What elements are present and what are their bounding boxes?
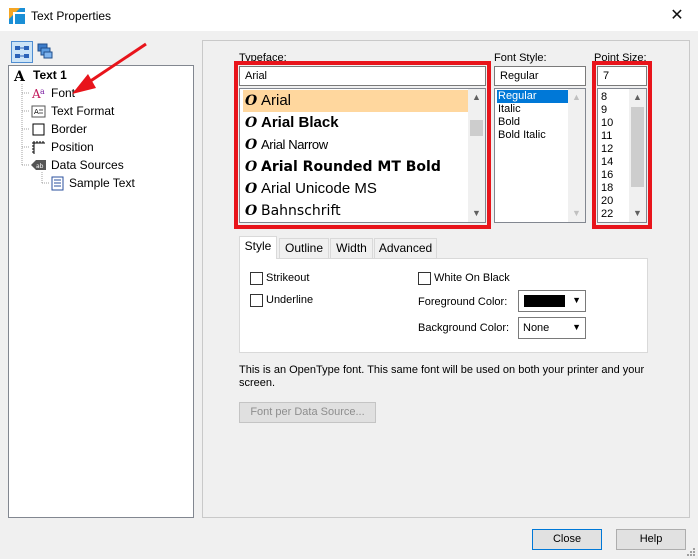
foreground-color-swatch bbox=[524, 295, 565, 307]
font-style-input[interactable]: Regular bbox=[494, 66, 586, 86]
layers-icon bbox=[37, 43, 53, 59]
properties-tree[interactable]: A Text 1 A a Font A Text Format Border P… bbox=[8, 65, 194, 518]
help-button[interactable]: Help bbox=[616, 529, 686, 550]
foreground-color-label: Foreground Color: bbox=[418, 296, 508, 308]
scroll-down-icon[interactable]: ▼ bbox=[568, 205, 585, 222]
foreground-color-select[interactable]: ▼ bbox=[518, 290, 586, 312]
strikeout-label: Strikeout bbox=[266, 272, 310, 284]
typeface-highlight bbox=[234, 61, 491, 229]
close-button[interactable]: Close bbox=[532, 529, 602, 550]
font-style-item[interactable]: Italic bbox=[497, 103, 569, 116]
font-style-item[interactable]: Bold Italic bbox=[497, 129, 569, 142]
scroll-up-icon[interactable]: ▲ bbox=[568, 89, 585, 106]
app-icon bbox=[9, 8, 25, 24]
white-on-black-checkbox[interactable] bbox=[418, 272, 431, 285]
title-bar: Text Properties ✕ bbox=[0, 0, 698, 32]
font-style-item[interactable]: Regular bbox=[497, 90, 569, 103]
underline-label: Underline bbox=[266, 294, 314, 306]
hierarchy-icon bbox=[15, 46, 29, 58]
background-color-label: Background Color: bbox=[418, 322, 510, 334]
position-icon bbox=[32, 141, 45, 154]
svg-text:ab: ab bbox=[36, 163, 44, 170]
white-on-black-label: White On Black bbox=[434, 272, 510, 284]
font-style-scrollbar[interactable]: ▲ ▼ bbox=[568, 89, 585, 222]
annotation-arrow bbox=[72, 42, 147, 94]
close-window-icon[interactable]: ✕ bbox=[664, 6, 690, 26]
resize-grip-icon[interactable] bbox=[684, 545, 696, 557]
font-style-label: Font Style: bbox=[494, 52, 547, 64]
tab-outline[interactable]: Outline bbox=[279, 238, 329, 259]
window-title: Text Properties bbox=[31, 9, 112, 23]
font-style-list[interactable]: Regular Italic Bold Bold Italic ▲ ▼ bbox=[494, 88, 586, 223]
background-color-select[interactable]: None ▼ bbox=[518, 317, 586, 339]
font-per-data-source-button[interactable]: Font per Data Source... bbox=[239, 402, 376, 423]
font-style-item[interactable]: Bold bbox=[497, 116, 569, 129]
text-format-icon: A bbox=[31, 105, 46, 118]
chevron-down-icon: ▼ bbox=[572, 295, 581, 305]
layers-view-button[interactable] bbox=[35, 41, 57, 63]
point-size-highlight bbox=[592, 61, 652, 229]
chevron-down-icon: ▼ bbox=[572, 322, 581, 332]
font-icon: A a bbox=[31, 87, 45, 101]
tab-width[interactable]: Width bbox=[330, 238, 373, 259]
border-icon bbox=[32, 123, 45, 136]
tab-style[interactable]: Style bbox=[239, 236, 277, 259]
svg-text:a: a bbox=[40, 87, 45, 96]
tab-advanced[interactable]: Advanced bbox=[374, 238, 437, 259]
text-a-icon: A bbox=[13, 69, 26, 83]
sample-text-icon bbox=[51, 176, 64, 191]
data-sources-icon: ab bbox=[31, 160, 46, 170]
font-info-text: This is an OpenType font. This same font… bbox=[239, 364, 645, 389]
tree-view-button[interactable] bbox=[11, 41, 33, 63]
svg-text:A: A bbox=[34, 108, 39, 116]
underline-checkbox[interactable] bbox=[250, 294, 263, 307]
strikeout-checkbox[interactable] bbox=[250, 272, 263, 285]
svg-text:A: A bbox=[13, 69, 26, 83]
